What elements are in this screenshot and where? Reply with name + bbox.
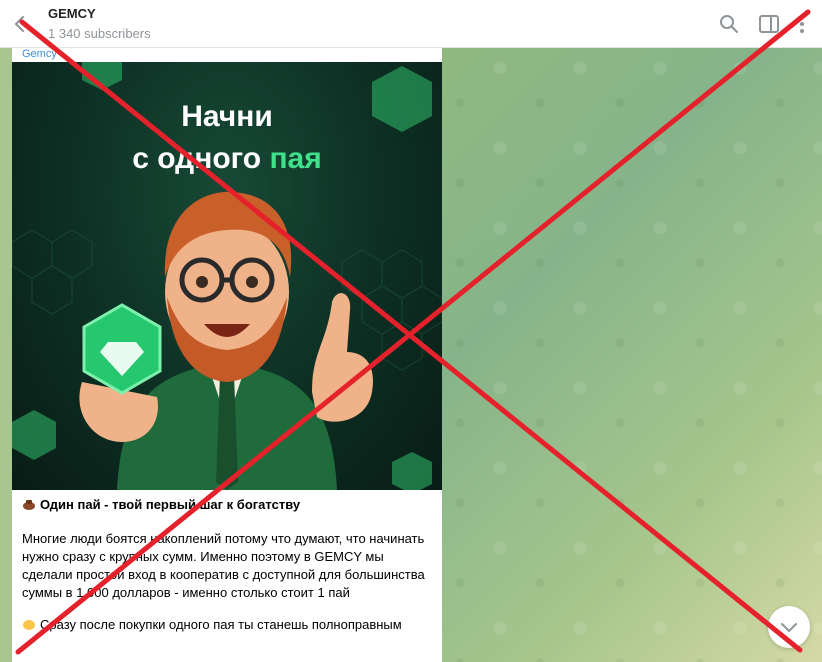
chat-header: GEMCY 1 340 subscribers (0, 0, 822, 48)
bag-emoji-icon (23, 500, 35, 510)
channel-title[interactable]: GEMCY (48, 6, 96, 21)
chevron-down-icon (781, 623, 797, 633)
post-heading: Один пай - твой первый шаг к богатству (22, 496, 432, 514)
headline-line1: Начни (181, 100, 273, 133)
post-text: Один пай - твой первый шаг к богатству М… (22, 496, 432, 648)
headline-line2-prefix: с одного (132, 142, 270, 175)
post-author[interactable]: Gemcy (12, 48, 442, 62)
image-headline: Начни с одного пая (12, 96, 442, 180)
post-paragraph-2-text: Сразу после покупки одного пая ты станеш… (40, 617, 402, 632)
scroll-down-button[interactable] (768, 606, 810, 648)
post-paragraph-2: Сразу после покупки одного пая ты станеш… (22, 616, 432, 634)
subscriber-count: 1 340 subscribers (48, 26, 151, 41)
post-paragraph-1: Многие люди боятся накоплений потому что… (22, 531, 425, 600)
search-icon[interactable] (717, 12, 741, 36)
more-vertical-icon[interactable] (790, 12, 814, 36)
channel-post: Gemcy Начни с одного пая Один пай - твой… (12, 48, 442, 662)
hand-emoji-icon (23, 620, 35, 630)
post-heading-text: Один пай - твой первый шаг к богатству (40, 497, 301, 512)
sidebar-toggle-icon[interactable] (757, 12, 781, 36)
back-arrow-icon[interactable] (8, 12, 32, 36)
chat-background-left (0, 48, 12, 662)
headline-line2-accent: пая (269, 142, 322, 175)
post-image[interactable]: Начни с одного пая (12, 62, 442, 490)
